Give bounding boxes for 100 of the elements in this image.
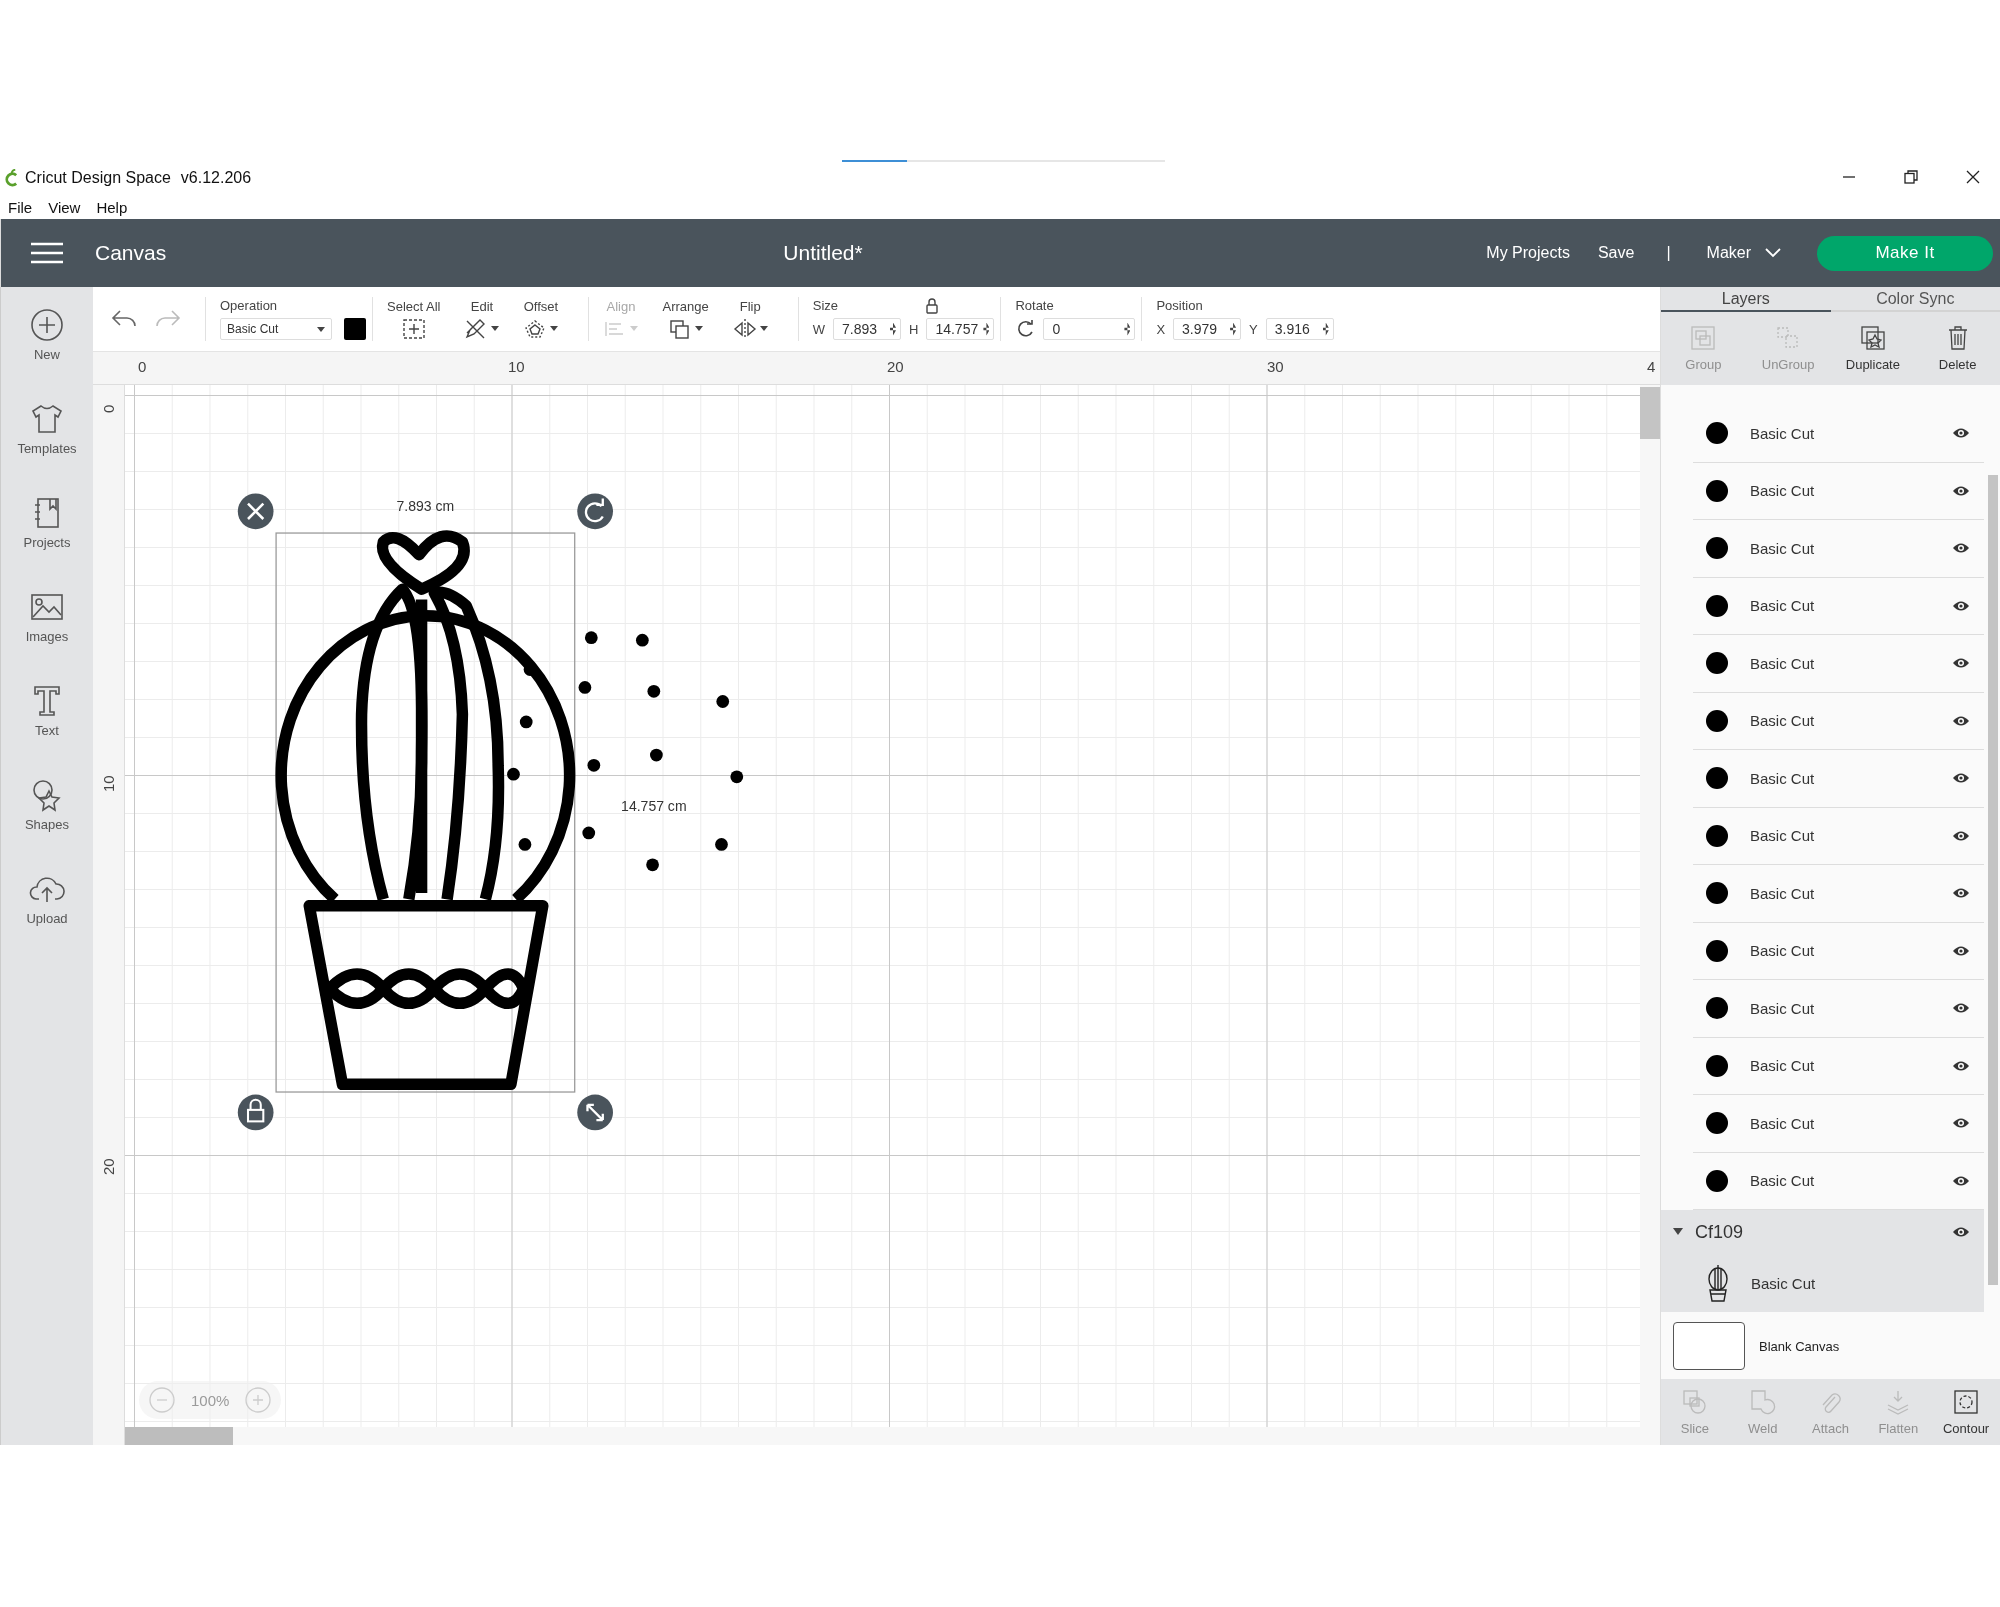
scrollbar-thumb[interactable] [1640, 387, 1660, 439]
sidebar-item[interactable]: Text [1, 683, 93, 777]
eye-icon[interactable] [1952, 427, 1970, 440]
layer-item[interactable]: Basic Cut [1693, 922, 1984, 980]
height-field[interactable]: 14.757 [926, 318, 995, 340]
dot-mark[interactable] [730, 770, 744, 784]
dot-mark[interactable] [584, 631, 598, 645]
eye-icon[interactable] [1952, 1002, 1970, 1015]
eye-icon[interactable] [1952, 1226, 1970, 1238]
rotate-handle-icon[interactable] [577, 493, 613, 530]
dot-mark[interactable] [646, 858, 659, 872]
sidebar-item[interactable]: Shapes [1, 777, 93, 871]
eye-icon[interactable] [1952, 599, 1970, 612]
sidebar-item[interactable]: Templates [1, 401, 93, 495]
layer-item[interactable]: Basic Cut [1693, 980, 1984, 1038]
rotate-field[interactable]: 0 [1043, 318, 1136, 340]
scrollbar-thumb[interactable] [1988, 475, 1998, 1285]
eye-icon[interactable] [1952, 542, 1970, 555]
layer-item[interactable]: Basic Cut [1693, 577, 1984, 635]
dot-mark[interactable] [519, 715, 533, 729]
weld-icon [1749, 1388, 1776, 1415]
color-swatch[interactable] [344, 318, 366, 340]
machine-dropdown[interactable]: Maker [1706, 244, 1781, 262]
ruler-number: 30 [1267, 358, 1284, 375]
dot-mark[interactable] [650, 748, 663, 762]
layer-item[interactable]: Basic Cut [1661, 1254, 1984, 1312]
ruler-number: 0 [100, 404, 117, 413]
sidebar-item[interactable]: Projects [1, 495, 93, 589]
layer-item[interactable]: Basic Cut [1693, 807, 1984, 865]
dot-mark[interactable] [518, 838, 532, 851]
toolbar-button[interactable]: Arrange [662, 298, 709, 340]
layer-item[interactable]: Basic Cut [1693, 1095, 1984, 1153]
layer-action-button[interactable]: Duplicate [1833, 325, 1912, 372]
sidebar-item[interactable]: New [1, 307, 93, 401]
layer-item[interactable]: Basic Cut [1693, 692, 1984, 750]
layer-action-button[interactable]: Contour [1932, 1388, 2000, 1436]
layer-item[interactable]: Basic Cut [1693, 865, 1984, 923]
layer-label: Basic Cut [1750, 712, 1815, 730]
menu-item[interactable]: Help [96, 199, 128, 216]
group-icon [1690, 325, 1717, 351]
layer-item[interactable]: Basic Cut [1693, 520, 1984, 578]
layer-item[interactable]: Basic Cut [1693, 1037, 1984, 1095]
eye-icon[interactable] [1952, 657, 1970, 670]
width-field[interactable]: 7.893 [833, 318, 901, 340]
layer-item[interactable]: Basic Cut [1693, 750, 1984, 808]
y-field[interactable]: 3.916 [1265, 318, 1334, 340]
restore-icon[interactable] [1904, 170, 1918, 184]
dot-mark[interactable] [507, 767, 520, 781]
header-link[interactable]: My Projects [1486, 244, 1570, 262]
document-title: Untitled* [783, 241, 863, 265]
menu-item[interactable]: View [48, 199, 81, 216]
slice-icon [1681, 1388, 1708, 1415]
menu-icon[interactable] [31, 242, 63, 264]
x-field[interactable]: 3.979 [1173, 318, 1242, 340]
menu-item[interactable]: File [8, 199, 33, 216]
dot-mark[interactable] [635, 633, 649, 647]
close-icon[interactable] [1966, 170, 1980, 184]
blank-canvas-thumbnail[interactable] [1673, 1322, 1745, 1370]
dot-mark[interactable] [578, 681, 592, 694]
eye-icon[interactable] [1952, 829, 1970, 842]
toolbar-button[interactable]: Flip [732, 298, 768, 340]
scrollbar-thumb[interactable] [125, 1427, 233, 1445]
eye-icon[interactable] [1952, 1059, 1970, 1072]
operation-dropdown[interactable]: Basic Cut [220, 318, 332, 340]
layer-item[interactable]: Basic Cut [1693, 635, 1984, 693]
eye-icon[interactable] [1952, 714, 1970, 727]
eye-icon[interactable] [1952, 1174, 1970, 1187]
dot-mark[interactable] [582, 826, 596, 840]
sidebar-item[interactable]: Images [1, 589, 93, 683]
dot-mark[interactable] [647, 684, 661, 698]
dot-mark[interactable] [716, 695, 730, 708]
eye-icon[interactable] [1952, 887, 1970, 900]
layer-action-button[interactable]: Delete [1918, 325, 1997, 372]
close-handle-icon[interactable] [237, 493, 274, 530]
layer-item[interactable]: Basic Cut [1693, 462, 1984, 520]
layer-item[interactable]: Basic Cut [1693, 405, 1984, 463]
eye-icon[interactable] [1952, 944, 1970, 957]
layer-label: Basic Cut [1750, 654, 1815, 672]
size-label: Size [812, 298, 839, 313]
ruler-number: 10 [100, 775, 117, 792]
sidebar-item[interactable]: Upload [1, 871, 93, 965]
layer-color-icon [1706, 882, 1728, 905]
toolbar-button[interactable]: Edit [464, 298, 500, 340]
lock-icon[interactable] [924, 298, 939, 314]
expand-caret-icon[interactable] [1673, 1228, 1683, 1236]
dot-mark[interactable] [715, 838, 728, 851]
dot-mark[interactable] [587, 758, 601, 772]
design-canvas[interactable]: 7.893 cm 14.757 cm 100% [125, 385, 1640, 1445]
toolbar-button[interactable]: Offset [523, 298, 559, 340]
undo-icon[interactable] [111, 309, 137, 329]
layer-label: Basic Cut [1750, 482, 1815, 500]
eye-icon[interactable] [1952, 1117, 1970, 1130]
header-link[interactable]: Save [1597, 244, 1635, 262]
lock-handle-icon[interactable] [237, 1094, 274, 1131]
resize-handle-icon[interactable] [577, 1094, 613, 1131]
eye-icon[interactable] [1952, 484, 1970, 497]
app-title: Cricut Design Space [25, 169, 171, 187]
layer-group[interactable]: Cf109 [1661, 1210, 1984, 1254]
toolbar-button[interactable]: Select All [387, 298, 441, 340]
eye-icon[interactable] [1952, 772, 1970, 785]
